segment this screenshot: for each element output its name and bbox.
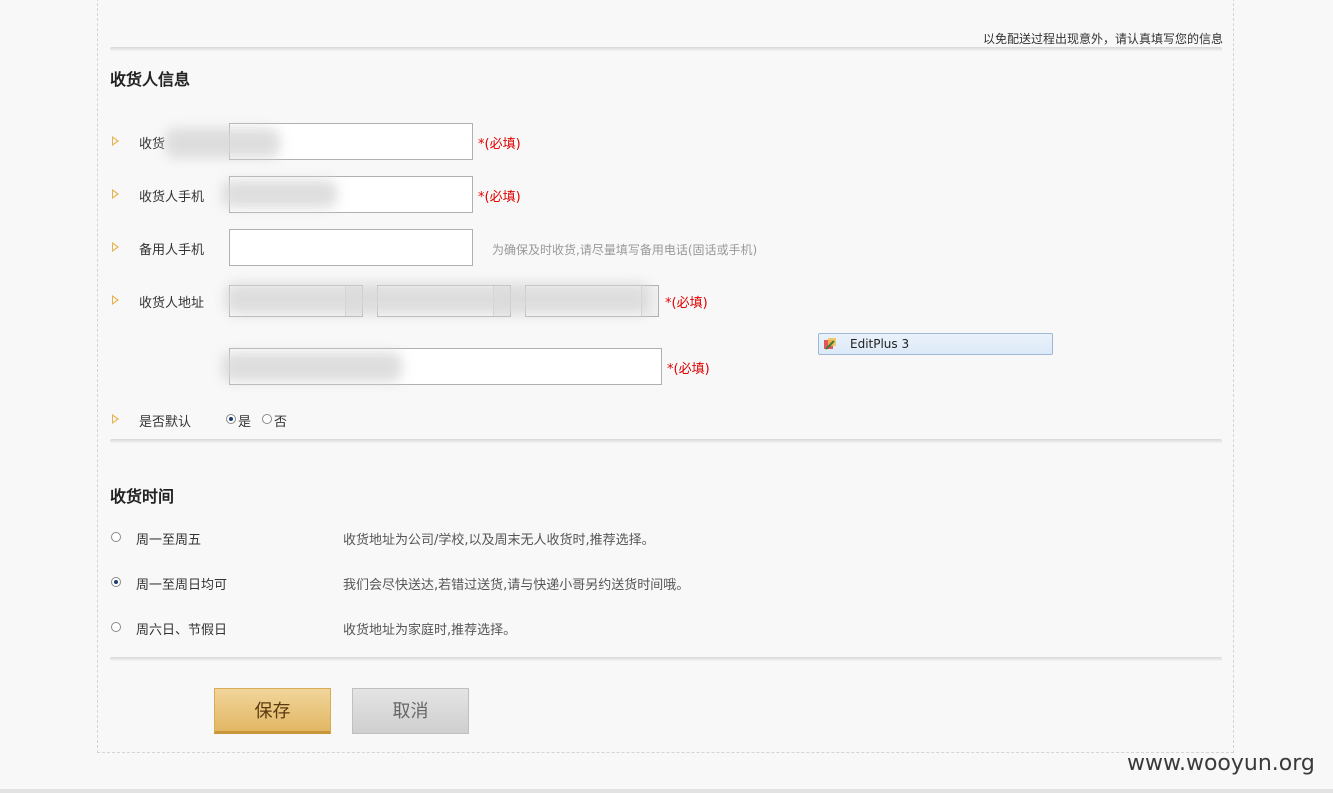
divider [110, 439, 1222, 443]
watermark: www.wooyun.org [1127, 751, 1315, 776]
redaction [165, 128, 280, 158]
delivery-option-desc: 收货地址为家庭时,推荐选择。 [343, 623, 517, 638]
delivery-option-label: 周六日、节假日 [136, 623, 228, 638]
redaction [225, 283, 650, 315]
delivery-option-label: 周一至周日均可 [136, 578, 228, 593]
notice-text: 以免配送过程出现意外，请认真填写您的信息 [983, 32, 1224, 46]
default-no-radio[interactable] [262, 414, 272, 424]
delivery-option-label: 周一至周五 [136, 533, 202, 548]
delivery-option-radio[interactable] [111, 532, 121, 542]
arrow-icon [112, 242, 119, 252]
delivery-option-radio[interactable] [111, 577, 121, 587]
delivery-option-desc: 收货地址为公司/学校,以及周末无人收货时,推荐选择。 [343, 533, 655, 548]
redaction [222, 180, 337, 208]
bottom-border [0, 789, 1333, 793]
delivery-option-radio[interactable] [111, 622, 121, 632]
name-label: 收货 [139, 137, 166, 152]
arrow-icon [112, 189, 119, 199]
arrow-icon [112, 295, 119, 305]
delivery-section-title: 收货时间 [110, 487, 175, 506]
backup-mobile-label: 备用人手机 [139, 243, 205, 258]
divider [110, 47, 1222, 51]
arrow-icon [112, 136, 119, 146]
required-marker: *(必填) [478, 190, 521, 205]
required-marker: *(必填) [665, 296, 708, 311]
mobile-label: 收货人手机 [139, 190, 205, 205]
default-label: 是否默认 [139, 415, 192, 430]
default-yes-label: 是 [238, 415, 252, 430]
divider [110, 657, 1222, 661]
editplus-label: EditPlus 3 [850, 337, 910, 351]
backup-hint: 为确保及时收货,请尽量填写备用电话(固话或手机) [492, 243, 758, 257]
arrow-icon [112, 414, 119, 424]
editplus-taskbar-item[interactable]: EditPlus 3 [818, 333, 1053, 355]
required-marker: *(必填) [478, 137, 521, 152]
redaction [222, 352, 402, 382]
save-button[interactable]: 保存 [214, 688, 331, 734]
address-label: 收货人地址 [139, 296, 205, 311]
default-yes-radio[interactable] [226, 414, 236, 424]
delivery-option-desc: 我们会尽快送达,若错过送货,请与快递小哥另约送货时间哦。 [343, 578, 690, 593]
required-marker: *(必填) [667, 362, 710, 377]
cancel-button[interactable]: 取消 [352, 688, 469, 734]
editplus-icon [824, 338, 836, 350]
receiver-section-title: 收货人信息 [110, 70, 191, 89]
default-no-label: 否 [274, 415, 288, 430]
backup-mobile-input[interactable] [229, 229, 473, 266]
